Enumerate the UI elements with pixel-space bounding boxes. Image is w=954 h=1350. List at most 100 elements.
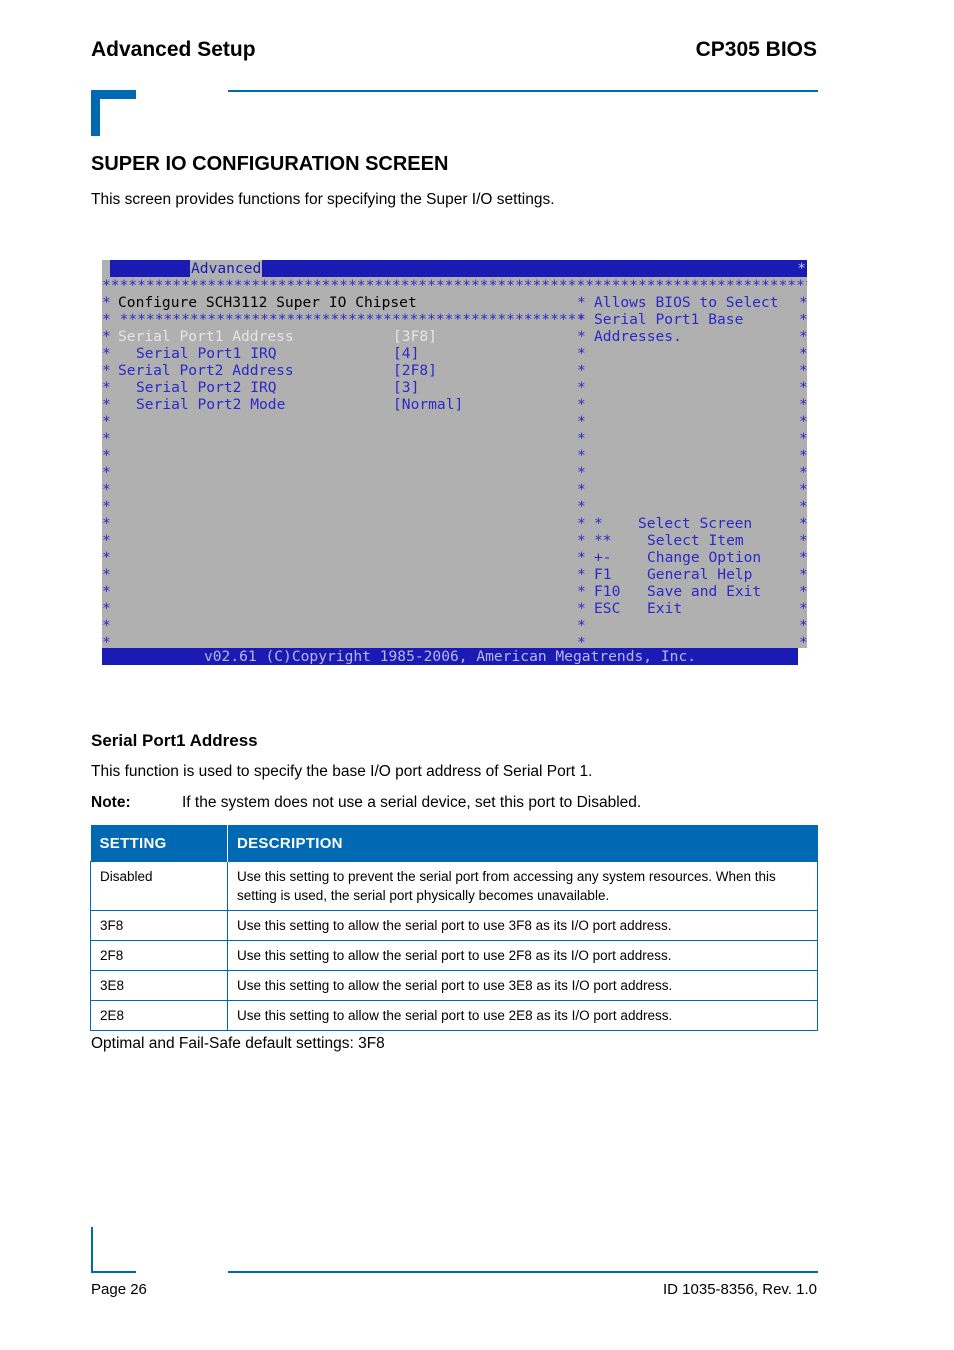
table-row: 2E8 Use this setting to allow the serial… — [90, 1000, 818, 1031]
column-header-description: DESCRIPTION — [227, 825, 818, 862]
bios-text: * — [799, 583, 807, 600]
bios-key: * — [594, 515, 603, 532]
bios-text: * — [577, 362, 586, 379]
bios-text: * — [577, 396, 586, 413]
subsection-title: Serial Port1 Address — [91, 731, 258, 750]
setting-cell: 3E8 — [90, 970, 228, 1001]
intro-text: This screen provides functions for speci… — [91, 191, 555, 208]
bios-help-text: Allows BIOS to Select — [594, 294, 779, 311]
table-row: Disabled Use this setting to prevent the… — [90, 861, 818, 911]
bios-text: * — [102, 481, 111, 498]
bios-text: * — [799, 566, 807, 583]
bios-text: * — [799, 294, 807, 311]
bios-menu-value[interactable]: [3F8] — [393, 328, 437, 345]
bios-text: * — [799, 447, 807, 464]
bios-text: * — [102, 328, 111, 345]
bios-text: * — [799, 396, 807, 413]
settings-table: SETTING DESCRIPTION Disabled Use this se… — [90, 825, 818, 1031]
bios-text: * — [577, 464, 586, 481]
bios-menu-item[interactable]: Serial Port2 Address — [118, 362, 294, 379]
bios-text: * — [102, 362, 111, 379]
footer-rule — [228, 1271, 818, 1273]
bios-key-action: General Help — [647, 566, 753, 583]
description-cell: Use this setting to allow the serial por… — [227, 910, 818, 941]
setting-cell: 2E8 — [90, 1000, 228, 1031]
bios-menu-item[interactable]: Serial Port2 Mode — [136, 396, 285, 413]
bios-border: ****************************************… — [102, 277, 807, 294]
page-title: SUPER IO CONFIGURATION SCREEN — [91, 153, 449, 175]
bios-text: * — [799, 379, 807, 396]
table-row: 3E8 Use this setting to allow the serial… — [90, 970, 818, 1001]
bios-text: * — [102, 413, 111, 430]
subsection-text: This function is used to specify the bas… — [91, 763, 593, 780]
bios-text: * — [799, 413, 807, 430]
bios-text: * — [799, 430, 807, 447]
bios-text: * — [577, 549, 586, 566]
bios-line: ****************************************… — [102, 277, 807, 294]
bios-key-action: Select Item — [647, 532, 744, 549]
bios-text: * — [799, 600, 807, 617]
bios-key: F10 — [594, 583, 621, 600]
bios-text: * — [102, 345, 111, 362]
note-text: If the system does not use a serial devi… — [182, 794, 642, 811]
corner-bracket-left — [91, 90, 100, 136]
bios-menu-item[interactable]: Serial Port1 IRQ — [136, 345, 277, 362]
bios-text: * — [577, 515, 586, 532]
bios-text: * — [799, 362, 807, 379]
bios-key-action: Select Screen — [638, 515, 753, 532]
table-row: 3F8 Use this setting to allow the serial… — [90, 910, 818, 941]
bios-text: * — [577, 430, 586, 447]
bios-text: * — [102, 294, 120, 311]
bios-text: * — [799, 532, 807, 549]
description-cell: Use this setting to allow the serial por… — [227, 1000, 818, 1031]
description-cell: Use this setting to allow the serial por… — [227, 970, 818, 1001]
header-rule — [228, 90, 818, 92]
description-cell: Use this setting to prevent the serial p… — [227, 861, 818, 911]
bios-text: * — [577, 447, 586, 464]
bios-copyright: v02.61 (C)Copyright 1985-2006, American … — [102, 648, 798, 665]
bios-key: F1 — [594, 566, 612, 583]
bios-text: * — [799, 498, 807, 515]
bios-menu-value[interactable]: [Normal] — [393, 396, 463, 413]
bios-text: * — [102, 532, 111, 549]
bios-screenshot: Advanced * *****************************… — [102, 260, 807, 665]
column-header-setting: SETTING — [90, 825, 228, 862]
bios-text: * — [102, 566, 111, 583]
bios-help-text: Serial Port1 Base — [594, 311, 744, 328]
bios-help-text: Addresses. — [594, 328, 682, 345]
bios-text: * — [799, 311, 807, 328]
bios-menu-value[interactable]: [4] — [393, 345, 419, 362]
bios-text: * — [799, 515, 807, 532]
bios-text: * — [102, 464, 111, 481]
footer-bracket-left — [91, 1227, 93, 1273]
bios-text: * — [102, 447, 111, 464]
setting-cell: Disabled — [90, 861, 228, 911]
bios-menu-item[interactable]: Serial Port1 Address — [118, 328, 294, 345]
bios-text: * — [102, 498, 111, 515]
bios-menu-value[interactable]: [3] — [393, 379, 419, 396]
bios-text: * — [577, 532, 586, 549]
bios-text: * — [102, 396, 111, 413]
bios-text: * — [102, 515, 111, 532]
table-row: 2F8 Use this setting to allow the serial… — [90, 940, 818, 971]
bios-tab-advanced[interactable]: Advanced — [190, 260, 263, 277]
bios-text: * — [102, 617, 111, 634]
bios-text: * — [577, 617, 586, 634]
bios-screen-title: Configure SCH3112 Super IO Chipset — [118, 294, 417, 311]
bios-text: * — [577, 379, 586, 396]
page-number: Page 26 — [91, 1281, 147, 1298]
bios-text: * — [577, 566, 586, 583]
bios-menu-item[interactable]: Serial Port2 IRQ — [136, 379, 277, 396]
bios-text: * — [102, 600, 111, 617]
bios-text: * — [102, 583, 111, 600]
bios-text: * — [577, 481, 586, 498]
bios-text: * — [799, 464, 807, 481]
bios-menu-value[interactable]: [2F8] — [393, 362, 437, 379]
bios-text: * — [577, 498, 586, 515]
bios-text: * — [577, 600, 586, 617]
bios-text: * — [102, 549, 111, 566]
bios-text: * — [577, 294, 595, 311]
note-label: Note: — [91, 794, 131, 811]
bios-key: ESC — [594, 600, 621, 617]
bios-text: * — [799, 345, 807, 362]
